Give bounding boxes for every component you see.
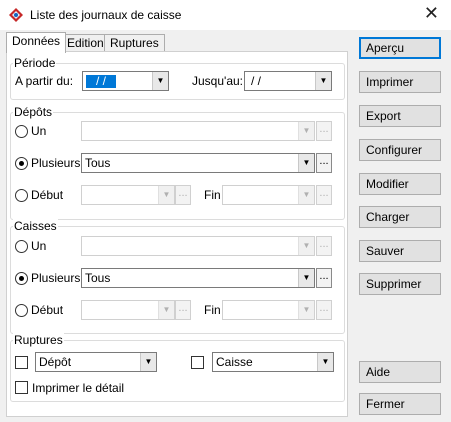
close-icon[interactable]: ✕ (424, 4, 439, 22)
caisses-un-browse-button[interactable]: ... (316, 236, 332, 256)
supprimer-button[interactable]: Supprimer (359, 273, 441, 295)
caisses-un-label: Un (31, 239, 47, 253)
chevron-down-icon[interactable]: ▼ (298, 186, 314, 204)
to-date-label: Jusqu'au: (192, 74, 243, 88)
ruptures-legend: Ruptures (13, 333, 64, 347)
depots-fin-label: Fin (204, 188, 221, 202)
caisses-fin-label: Fin (204, 303, 221, 317)
caisses-debut-browse-button[interactable]: ... (175, 300, 191, 320)
charger-button[interactable]: Charger (359, 206, 441, 228)
caisses-debut-label: Début (31, 303, 64, 317)
app-icon (9, 8, 23, 22)
tab-donnees[interactable]: Données (6, 32, 67, 53)
depots-un-browse-button[interactable]: ... (316, 121, 332, 141)
sauver-button[interactable]: Sauver (359, 240, 441, 262)
caisses-un-radio[interactable] (15, 240, 28, 253)
chevron-down-icon[interactable]: ▼ (298, 237, 314, 255)
caisses-un-combo[interactable]: ▼ (81, 236, 315, 256)
chevron-down-icon[interactable]: ▼ (152, 72, 168, 90)
modifier-button[interactable]: Modifier (359, 173, 441, 195)
depots-fin-combo[interactable]: ▼ (222, 185, 315, 205)
depots-debut-label: Début (31, 188, 64, 202)
depots-un-combo[interactable]: ▼ (81, 121, 315, 141)
to-date-field[interactable]: / / ▼ (244, 71, 332, 91)
rupture1-checkbox[interactable] (15, 356, 28, 369)
rupture2-checkbox[interactable] (191, 356, 204, 369)
print-detail-checkbox[interactable] (15, 381, 28, 394)
tab-edition[interactable]: Edition (61, 34, 110, 52)
apercu-button[interactable]: Aperçu (359, 37, 441, 59)
periode-legend: Période (13, 56, 57, 70)
configurer-button[interactable]: Configurer (359, 139, 441, 161)
depots-plusieurs-browse-button[interactable]: ... (316, 153, 332, 173)
from-date-label: A partir du: (15, 74, 74, 88)
depots-plusieurs-radio[interactable] (15, 157, 28, 170)
chevron-down-icon[interactable]: ▼ (158, 301, 174, 319)
caisses-plusieurs-label: Plusieurs (31, 271, 81, 285)
depots-debut-radio[interactable] (15, 189, 28, 202)
caisses-plusieurs-browse-button[interactable]: ... (316, 268, 332, 288)
from-date-field[interactable]: / / ▼ (82, 71, 169, 91)
depots-un-label: Un (31, 124, 47, 138)
caisses-debut-radio[interactable] (15, 304, 28, 317)
chevron-down-icon[interactable]: ▼ (158, 186, 174, 204)
rupture1-value: Dépôt (39, 355, 72, 369)
chevron-down-icon[interactable]: ▼ (298, 301, 314, 319)
tab-ruptures[interactable]: Ruptures (104, 34, 165, 52)
title-bar: Liste des journaux de caisse ✕ (0, 0, 451, 30)
depots-debut-combo[interactable]: ▼ (81, 185, 175, 205)
chevron-down-icon[interactable]: ▼ (315, 72, 331, 90)
depots-plusieurs-combo[interactable]: Tous ▼ (81, 153, 315, 173)
rupture1-combo[interactable]: Dépôt ▼ (35, 352, 157, 372)
depots-fin-browse-button[interactable]: ... (316, 185, 332, 205)
window-title: Liste des journaux de caisse (30, 8, 182, 22)
chevron-down-icon[interactable]: ▼ (140, 353, 156, 371)
chevron-down-icon[interactable]: ▼ (298, 154, 314, 172)
caisses-fin-combo[interactable]: ▼ (222, 300, 315, 320)
caisses-plusieurs-value: Tous (85, 271, 111, 285)
to-date-value: / / (251, 74, 262, 88)
imprimer-button[interactable]: Imprimer (359, 71, 441, 93)
caisses-debut-combo[interactable]: ▼ (81, 300, 175, 320)
chevron-down-icon[interactable]: ▼ (298, 269, 314, 287)
caisses-fin-browse-button[interactable]: ... (316, 300, 332, 320)
depots-plusieurs-label: Plusieurs (31, 156, 81, 170)
chevron-down-icon[interactable]: ▼ (317, 353, 333, 371)
caisses-plusieurs-combo[interactable]: Tous ▼ (81, 268, 315, 288)
caisses-plusieurs-radio[interactable] (15, 272, 28, 285)
caisses-legend: Caisses (13, 219, 58, 233)
rupture2-value: Caisse (216, 355, 253, 369)
dialog-window: Liste des journaux de caisse ✕ Données E… (0, 0, 451, 422)
fermer-button[interactable]: Fermer (359, 393, 441, 415)
print-detail-label: Imprimer le détail (32, 381, 125, 395)
from-date-value: / / (86, 75, 116, 88)
rupture2-combo[interactable]: Caisse ▼ (212, 352, 334, 372)
chevron-down-icon[interactable]: ▼ (298, 122, 314, 140)
depots-plusieurs-value: Tous (85, 156, 111, 170)
depots-un-radio[interactable] (15, 125, 28, 138)
export-button[interactable]: Export (359, 105, 441, 127)
depots-debut-browse-button[interactable]: ... (175, 185, 191, 205)
aide-button[interactable]: Aide (359, 361, 441, 383)
depots-legend: Dépôts (13, 105, 54, 119)
